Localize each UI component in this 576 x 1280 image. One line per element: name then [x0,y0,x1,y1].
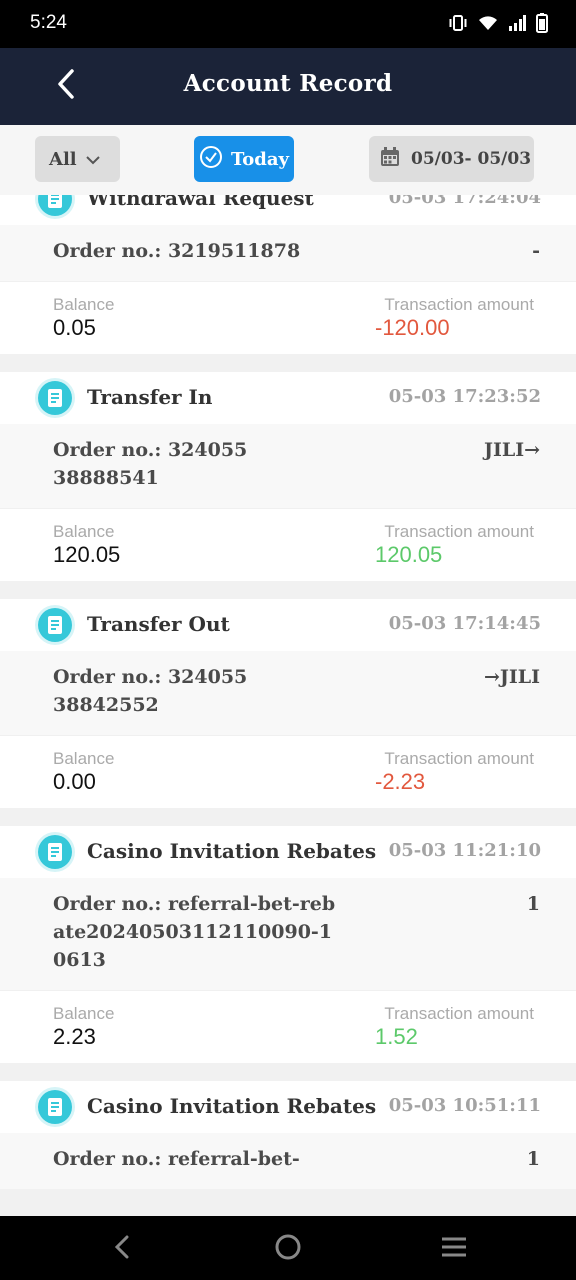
record-title: Transfer In [87,385,213,409]
filter-bar: All Today 05/03- 05/03 [0,125,576,195]
record-card[interactable]: Transfer In 05-03 17:23:52 Order no.: 32… [0,372,576,581]
record-header: Withdrawal Request 05-03 17:24:04 [0,195,576,225]
amount-value: 1.52 [375,1024,418,1049]
record-amounts: Balance 120.05 Transaction amount 120.05 [0,508,576,581]
balance-label: Balance [53,1004,115,1023]
date-range-label: 05/03- 05/03 [411,149,532,169]
today-label: Today [230,148,290,170]
record-amounts: Balance 0.00 Transaction amount -2.23 [0,735,576,808]
menu-lines-icon [440,1236,468,1262]
order-number: Order no.: referral-bet-rebate2024050311… [53,893,336,971]
balance-label: Balance [53,522,115,541]
record-card[interactable]: Transfer Out 05-03 17:14:45 Order no.: 3… [0,599,576,808]
order-platform: 1 [526,893,540,915]
receipt-icon [38,195,72,216]
order-platform: JILI→ [483,439,540,461]
record-card[interactable]: Casino Invitation Rebates 05-03 10:51:11… [0,1081,576,1189]
status-time: 5:24 [30,12,67,33]
record-title: Casino Invitation Rebates [87,1094,377,1118]
record-title: Transfer Out [87,612,230,636]
record-order-row: Order no.: 3219511878 - [0,225,576,281]
balance-value: 2.23 [53,1024,96,1049]
nav-back-icon [113,1234,131,1264]
record-time: 05-03 17:14:45 [388,613,541,634]
receipt-icon [38,608,72,642]
record-header: Casino Invitation Rebates 05-03 10:51:11 [0,1081,576,1133]
amount-label: Transaction amount [384,1004,534,1023]
battery-icon [536,13,548,33]
amount-value: -120.00 [375,315,450,340]
system-nav-bar [0,1216,576,1280]
home-circle-icon [274,1233,302,1265]
nav-back-button[interactable] [105,1232,139,1266]
list-scroll-content: Withdrawal Request 05-03 17:24:04 Order … [0,195,576,1189]
record-header: Transfer Out 05-03 17:14:45 [0,599,576,651]
record-time: 05-03 17:23:52 [388,386,541,407]
order-number: Order no.: 32405538842552 [53,666,248,716]
record-order-row: Order no.: 32405538888541 JILI→ [0,424,576,508]
balance-label: Balance [53,749,115,768]
record-order-row: Order no.: referral-bet- 1 [0,1133,576,1189]
app-header: Account Record [0,48,576,125]
receipt-icon [38,835,72,869]
nav-recents-button[interactable] [437,1232,471,1266]
record-time: 05-03 10:51:11 [388,1095,541,1116]
check-circle-icon [199,145,223,174]
record-time: 05-03 11:21:10 [388,840,541,861]
signal-icon [508,15,526,31]
balance-label: Balance [53,295,115,314]
receipt-icon [38,381,72,415]
today-filter-button[interactable]: Today [194,136,294,182]
record-header: Transfer In 05-03 17:23:52 [0,372,576,424]
vibrate-icon [448,14,468,32]
record-order-row: Order no.: referral-bet-rebate2024050311… [0,878,576,990]
balance-value: 120.05 [53,542,121,567]
record-header: Casino Invitation Rebates 05-03 11:21:10 [0,826,576,878]
record-card[interactable]: Casino Invitation Rebates 05-03 11:21:10… [0,826,576,1063]
status-icons [448,13,548,33]
status-bar: 5:24 [0,0,576,48]
balance-value: 0.05 [53,315,96,340]
order-number: Order no.: referral-bet- [53,1148,300,1170]
amount-value: -2.23 [375,769,426,794]
order-platform: 1 [526,1148,540,1170]
record-amounts: Balance 2.23 Transaction amount 1.52 [0,990,576,1063]
chevron-down-icon [85,149,101,170]
type-filter-label: All [49,148,77,170]
record-card[interactable]: Withdrawal Request 05-03 17:24:04 Order … [0,195,576,354]
page-title: Account Record [183,70,393,97]
order-number: Order no.: 32405538888541 [53,439,248,489]
amount-label: Transaction amount [384,295,534,314]
record-title: Withdrawal Request [87,195,314,210]
record-amounts: Balance 0.05 Transaction amount -120.00 [0,281,576,354]
amount-label: Transaction amount [384,749,534,768]
balance-value: 0.00 [53,769,96,794]
nav-home-button[interactable] [271,1232,305,1266]
record-title: Casino Invitation Rebates [87,839,377,863]
amount-label: Transaction amount [384,522,534,541]
record-list[interactable]: Withdrawal Request 05-03 17:24:04 Order … [0,195,576,1216]
amount-value: 120.05 [375,542,443,567]
receipt-icon [38,1090,72,1124]
type-filter-dropdown[interactable]: All [35,136,120,182]
order-platform: →JILI [483,666,540,688]
order-number: Order no.: 3219511878 [53,240,301,262]
wifi-icon [478,15,498,31]
record-time: 05-03 17:24:04 [388,195,541,208]
date-range-picker[interactable]: 05/03- 05/03 [369,136,534,182]
order-platform: - [532,240,540,262]
record-order-row: Order no.: 32405538842552 →JILI [0,651,576,735]
calendar-icon [379,146,401,173]
